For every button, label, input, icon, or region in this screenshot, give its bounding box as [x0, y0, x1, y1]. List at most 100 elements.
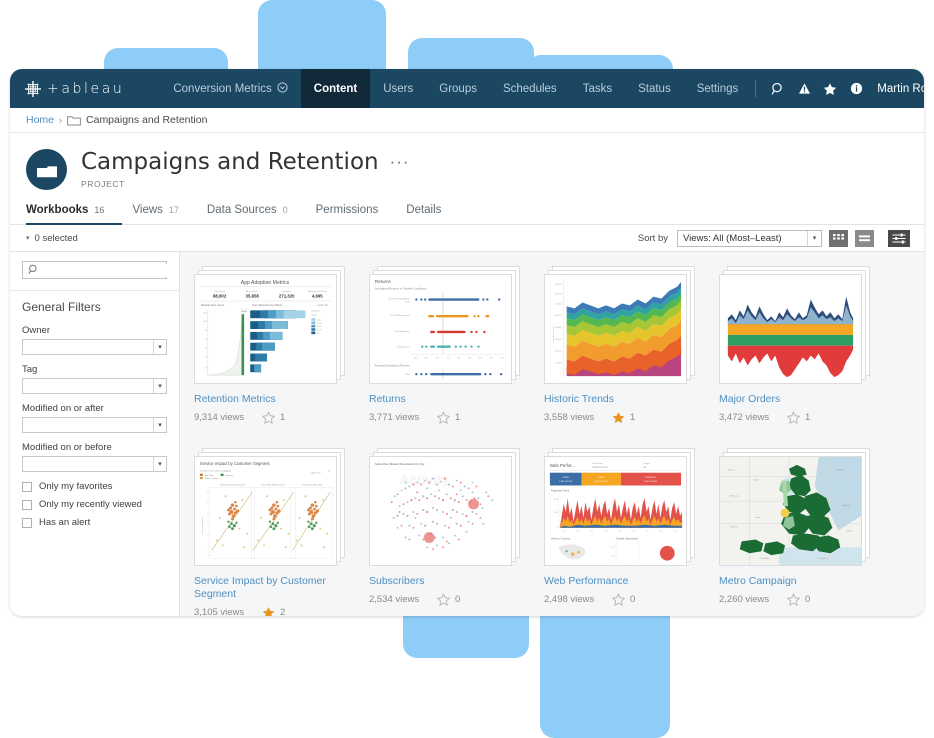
svg-text:271,320: 271,320	[279, 294, 295, 299]
workbook-title[interactable]: Web Performance	[544, 575, 704, 588]
filter-select-modified-after[interactable]: ▾	[22, 417, 167, 433]
chevron-down-icon: ▾	[153, 340, 166, 354]
list-view-icon[interactable]	[855, 229, 874, 247]
search-input[interactable]	[22, 261, 173, 279]
favorite-toggle[interactable]: 1	[262, 411, 285, 424]
workbook-title[interactable]: Major Orders	[719, 393, 879, 406]
checkbox-has-an-alert[interactable]: Has an alert	[22, 517, 167, 528]
project-title-row: Campaigns and Retention ···	[81, 149, 410, 175]
workbook-thumbnail[interactable]: Subscriber Market Penetration by City Ac…	[369, 448, 520, 566]
svg-text:User Retention by Week: User Retention by Week	[252, 303, 282, 307]
nav-site-selector[interactable]: Conversion Metrics	[160, 69, 300, 108]
favorite-toggle[interactable]: 1	[787, 411, 810, 424]
workbook-title[interactable]: Historic Trends	[544, 393, 704, 406]
svg-text:Long Beach: Long Beach	[819, 558, 828, 560]
filter-select-owner[interactable]: ▾	[22, 339, 167, 355]
favorite-toggle[interactable]: 0	[787, 593, 810, 606]
tableau-logo[interactable]: +ableau	[10, 69, 134, 108]
svg-text:-10%: -10%	[435, 357, 439, 359]
thumbnail-chart-web-performance: Web Perfor... Select Date 3/1/2018 12:00…	[545, 457, 686, 565]
nav-item-schedules[interactable]: Schedules	[490, 69, 570, 108]
filter-select-modified-before[interactable]: ▾	[22, 456, 167, 472]
svg-text:30%: 30%	[479, 357, 483, 359]
nav-item-content[interactable]: Content	[300, 69, 371, 108]
nav-item-tasks[interactable]: Tasks	[570, 69, 625, 108]
favorite-toggle[interactable]: 1	[437, 411, 460, 424]
workbook-meta: 3,105 views 2	[194, 606, 369, 616]
favorite-toggle[interactable]: 2	[262, 606, 285, 616]
svg-text:Prime Rate 3-Month (1.00): Prime Rate 3-Month (1.00)	[261, 483, 285, 486]
filter-select-tag[interactable]: ▾	[22, 378, 167, 394]
workbook-card[interactable]: Paterson Newark Morristown Bridgeport Smitht…	[719, 448, 894, 616]
nav-item-status[interactable]: Status	[625, 69, 684, 108]
user-menu[interactable]: Martin Rodriguez▾	[869, 83, 924, 95]
workbook-card[interactable]: App Adoption Metrics Total Users 88,902 …	[194, 266, 369, 424]
svg-text:SENT: SENT	[598, 477, 604, 479]
svg-text:50,000: 50,000	[556, 362, 562, 364]
workbook-card[interactable]: Major Orders 3,472 views 1	[719, 266, 894, 424]
workbook-card[interactable]: Subscriber Market Penetration by City Ac…	[369, 448, 544, 616]
workbook-thumbnail[interactable]: Returns Annualized Returns vs. Market Co…	[369, 266, 520, 384]
workbook-title[interactable]: Subscribers	[369, 575, 529, 588]
nav-item-settings[interactable]: Settings	[684, 69, 752, 108]
grid-view-icon[interactable]	[829, 229, 848, 247]
thumbnail-sheet-front: Paterson Newark Morristown Bridgeport Smitht…	[719, 456, 862, 566]
breadcrumb-home[interactable]: Home	[26, 114, 54, 126]
svg-text:Jun 1: Jun 1	[632, 531, 636, 533]
workbook-grid: App Adoption Metrics Total Users 88,902 …	[194, 266, 924, 616]
search-input-field[interactable]	[43, 263, 173, 277]
nav-item-groups[interactable]: Groups	[426, 69, 490, 108]
tab-permissions[interactable]: Permissions	[316, 204, 397, 225]
checkbox-only-my-favorites[interactable]: Only my favorites	[22, 481, 167, 492]
favorite-toggle[interactable]: 1	[612, 411, 635, 424]
tab-views[interactable]: Views 17	[132, 204, 196, 225]
favorites-icon[interactable]	[817, 76, 843, 102]
workbook-card[interactable]: Service Impact by Customer Segment Custo…	[194, 448, 369, 616]
favorite-toggle[interactable]: 0	[612, 593, 635, 606]
svg-text:May 1: May 1	[618, 531, 622, 533]
svg-text:Customer Satisfaction: Customer Satisfaction	[201, 517, 204, 535]
star-outline-icon	[787, 411, 800, 424]
thumbnail-chart-major-orders	[720, 275, 861, 383]
selection-chevron-icon[interactable]: ▾	[26, 234, 30, 242]
filters-icon[interactable]	[888, 229, 910, 247]
workbook-title[interactable]: Returns	[369, 393, 529, 406]
checkbox-only-my-recently-viewed[interactable]: Only my recently viewed	[22, 499, 167, 510]
project-actions-menu[interactable]: ···	[390, 153, 410, 170]
search-icon[interactable]	[765, 76, 791, 102]
nav-item-users[interactable]: Users	[370, 69, 426, 108]
favorite-toggle[interactable]: 0	[437, 593, 460, 606]
workbook-thumbnail[interactable]: Web Perfor... Select Date 3/1/2018 12:00…	[544, 448, 695, 566]
svg-text:Prime Rate Mid (1.00): Prime Rate Mid (1.00)	[303, 483, 322, 486]
workbook-title[interactable]: Retention Metrics	[194, 393, 354, 406]
workbook-title[interactable]: Metro Campaign	[719, 575, 879, 588]
svg-text:Week 1: Week 1	[311, 315, 317, 317]
svg-text:1,895 CLICKS: 1,895 CLICKS	[559, 481, 573, 483]
alerts-icon[interactable]	[791, 76, 817, 102]
svg-text:Region: Region	[644, 463, 650, 465]
filter-value-modified-after	[23, 418, 27, 432]
tab-data-sources[interactable]: Data Sources 0	[207, 204, 306, 225]
svg-text:50%: 50%	[500, 357, 504, 359]
nav-site-label: Conversion Metrics	[173, 82, 272, 95]
workbook-title[interactable]: Service Impact by Customer Segment	[194, 575, 354, 601]
workbook-thumbnail[interactable]	[719, 266, 870, 384]
filter-label-owner: Owner	[22, 325, 50, 336]
svg-text:Cohort Tier: Cohort Tier	[317, 304, 328, 307]
help-icon[interactable]	[843, 76, 869, 102]
tab-details[interactable]: Details	[406, 204, 459, 225]
star-outline-icon	[612, 593, 625, 606]
chevron-down-icon: ▾	[153, 379, 166, 393]
workbook-card[interactable]: Web Perfor... Select Date 3/1/2018 12:00…	[544, 448, 719, 616]
tab-workbooks[interactable]: Workbooks 16	[26, 204, 123, 225]
svg-text:OPEN: OPEN	[563, 477, 569, 479]
workbook-thumbnail[interactable]: 700,000 600,000 500,000 400,000 300,000 250,…	[544, 266, 695, 384]
workbook-thumbnail[interactable]: App Adoption Metrics Total Users 88,902 …	[194, 266, 345, 384]
star-filled-icon	[612, 412, 625, 424]
thumbnail-sheet-front: Subscriber Market Penetration by City Ac…	[369, 456, 512, 566]
workbook-thumbnail[interactable]: Service Impact by Customer Segment Custo…	[194, 448, 345, 566]
workbook-card[interactable]: Returns Annualized Returns vs. Market Co…	[369, 266, 544, 424]
workbook-card[interactable]: 700,000 600,000 500,000 400,000 300,000 250,…	[544, 266, 719, 424]
workbook-thumbnail[interactable]: Paterson Newark Morristown Bridgeport Smitht…	[719, 448, 870, 566]
sort-by-select[interactable]: Views: All (Most–Least) ▾	[677, 229, 822, 247]
